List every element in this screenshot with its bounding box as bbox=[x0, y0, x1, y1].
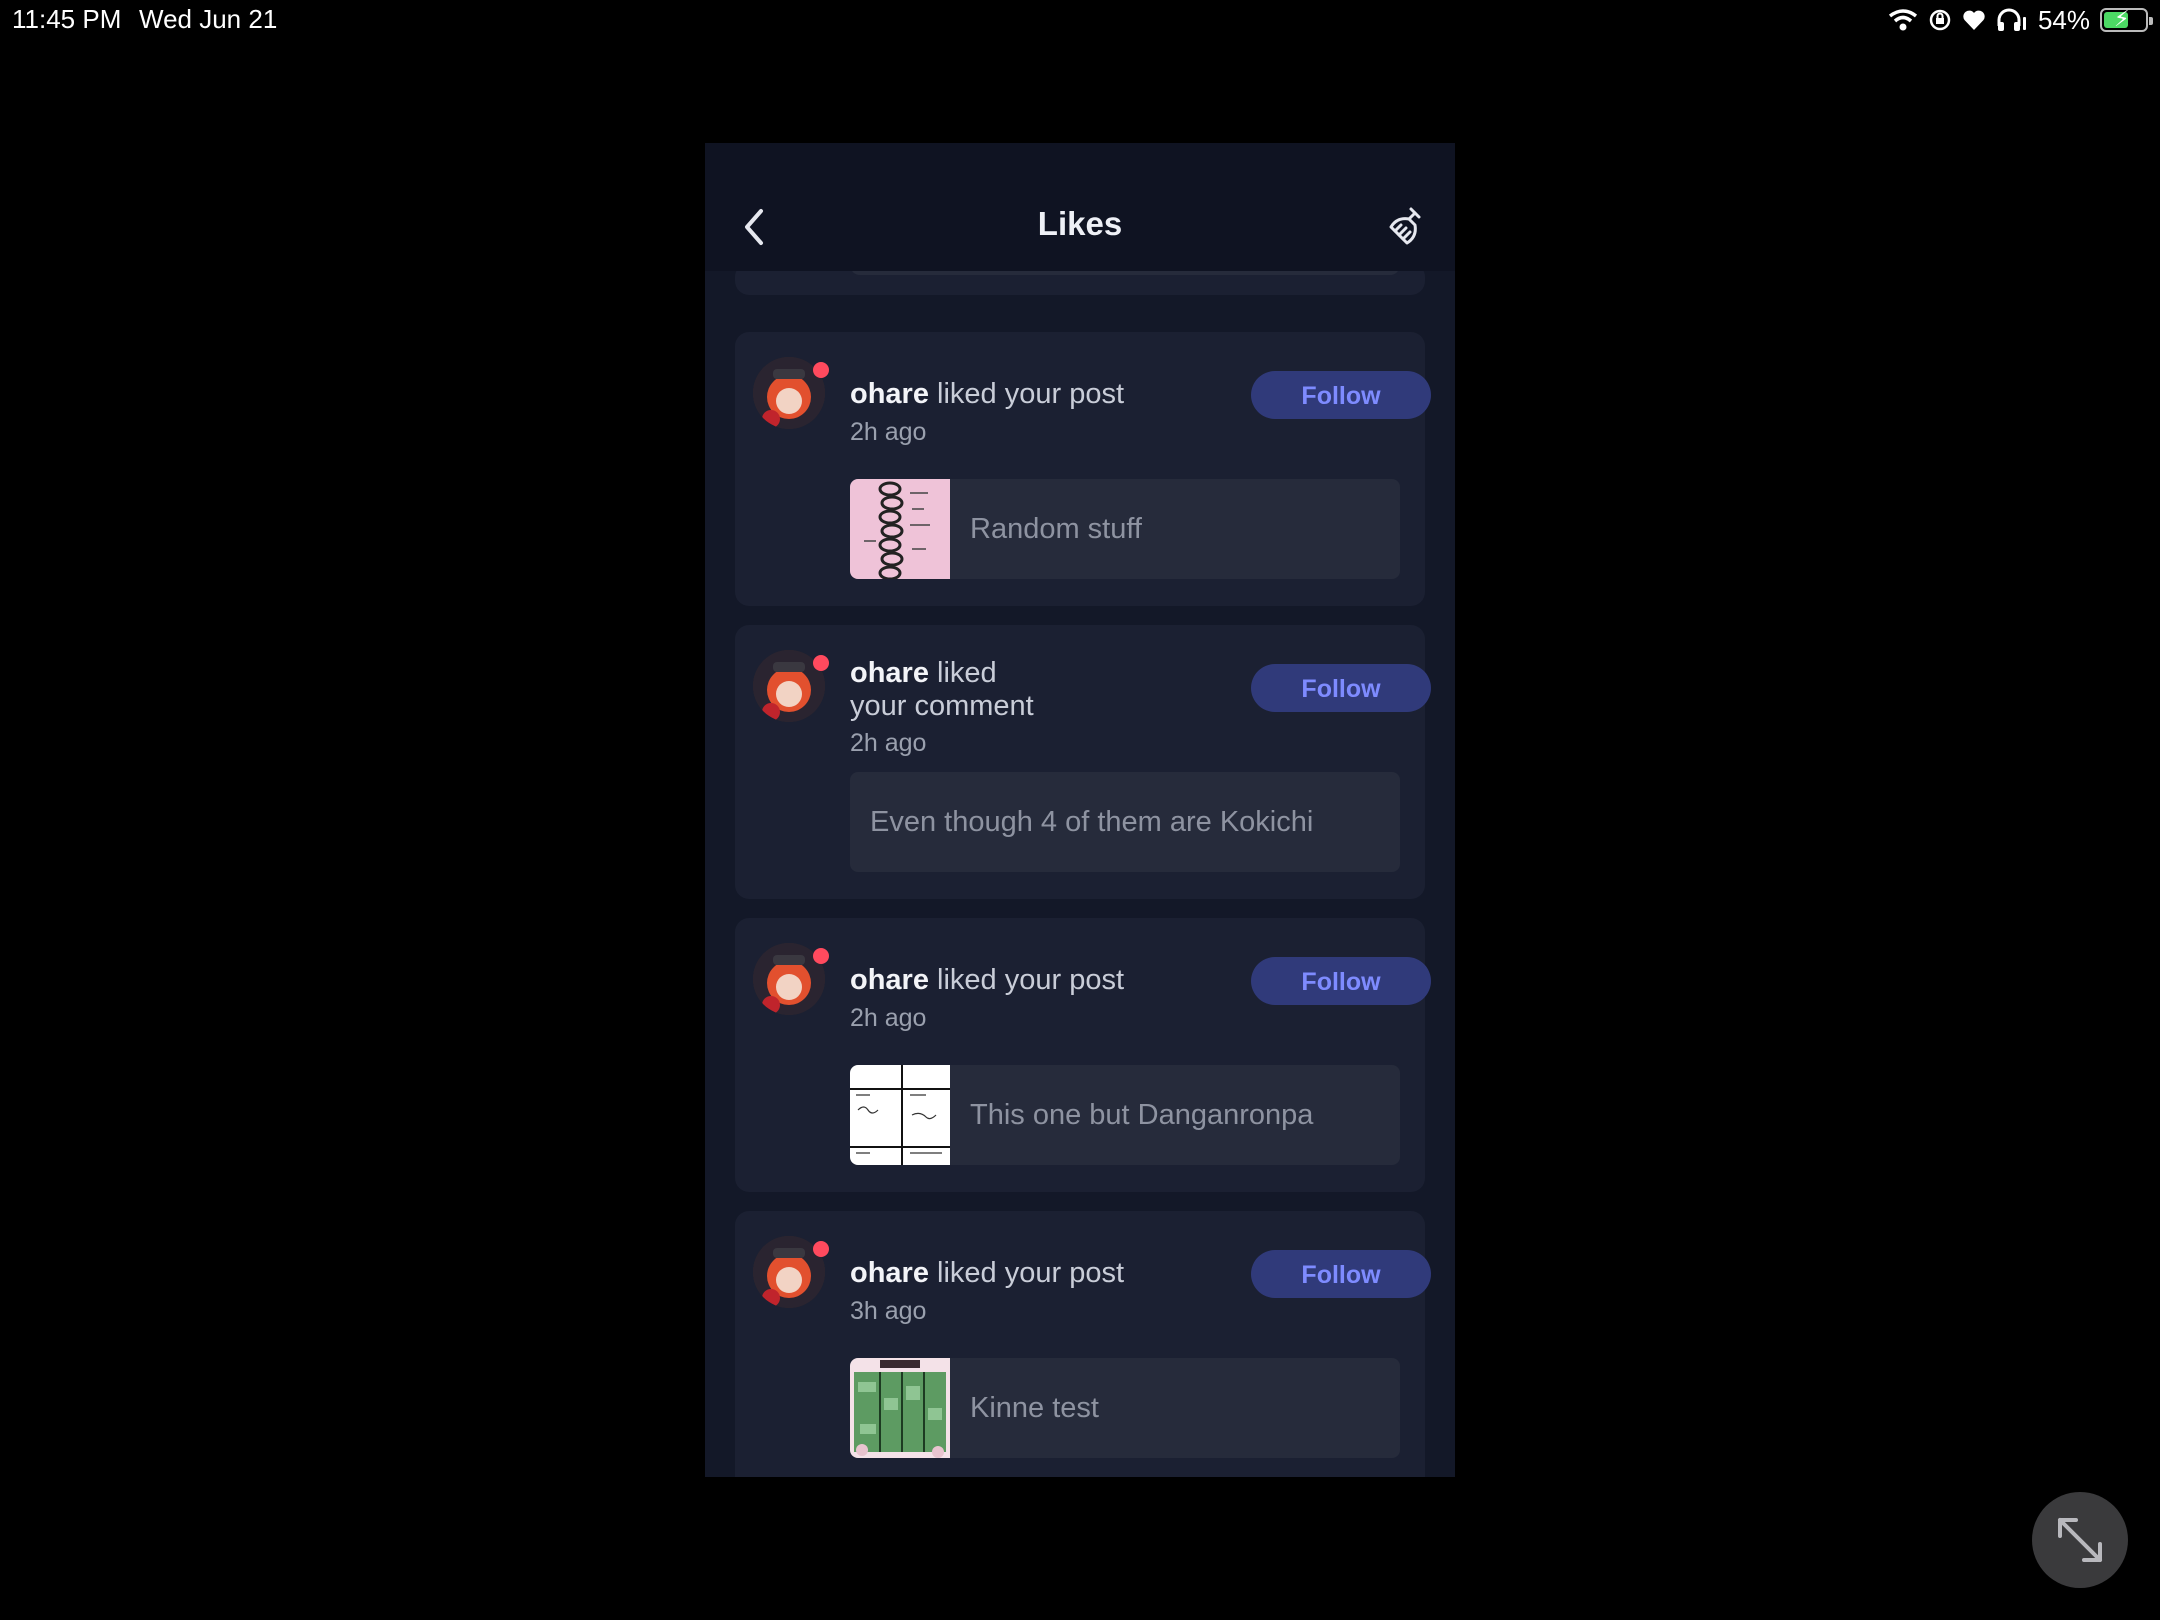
clear-notifications-button[interactable] bbox=[1385, 205, 1429, 249]
post-preview[interactable]: Kinne test bbox=[850, 1358, 1400, 1458]
online-indicator bbox=[813, 362, 829, 378]
notification-message: ohare liked your comment bbox=[850, 657, 1160, 723]
notification-list[interactable]: ohare liked your post 2h ago Follow Rand… bbox=[705, 143, 1455, 1477]
page-header: Likes bbox=[705, 143, 1455, 271]
headphones-icon bbox=[1997, 8, 2026, 31]
post-preview[interactable]: This one but Danganronpa bbox=[850, 1065, 1400, 1165]
notification-message: ohare liked your post bbox=[850, 964, 1160, 997]
username[interactable]: ohare bbox=[850, 657, 929, 689]
online-indicator bbox=[813, 1241, 829, 1257]
notification-action: liked your post bbox=[937, 964, 1125, 996]
notification-message: ohare liked your post bbox=[850, 1257, 1160, 1290]
timestamp: 2h ago bbox=[850, 1004, 927, 1032]
notification-card: ohare liked your post 2h ago Follow bbox=[735, 332, 1431, 606]
brush-icon bbox=[1389, 207, 1421, 245]
heart-icon bbox=[1963, 10, 1985, 30]
wifi-icon bbox=[1888, 9, 1918, 31]
timestamp: 2h ago bbox=[850, 729, 927, 757]
follow-button[interactable]: Follow bbox=[1251, 1250, 1431, 1298]
timestamp: 3h ago bbox=[850, 1297, 927, 1325]
post-thumbnail bbox=[850, 1358, 950, 1458]
status-date: Wed Jun 21 bbox=[139, 4, 278, 34]
page-title: Likes bbox=[1037, 205, 1123, 242]
battery-percent: 54% bbox=[2037, 4, 2090, 35]
post-preview[interactable]: Random stuff bbox=[850, 479, 1400, 579]
post-thumbnail bbox=[850, 1065, 950, 1165]
notification-action: liked your post bbox=[937, 378, 1125, 410]
notification-card: ohare liked your comment 2h ago Follow E… bbox=[735, 625, 1431, 899]
status-icons: 54% ⚡ bbox=[1888, 4, 2153, 36]
timestamp: 2h ago bbox=[850, 418, 927, 446]
battery-icon: ⚡ bbox=[2100, 6, 2153, 32]
username[interactable]: ohare bbox=[850, 964, 929, 996]
comment-preview[interactable]: Even though 4 of them are Kokichi bbox=[850, 772, 1400, 872]
status-time: 11:45 PM bbox=[12, 4, 122, 34]
notification-action: liked your post bbox=[937, 1257, 1125, 1289]
online-indicator bbox=[813, 948, 829, 964]
notification-action: liked bbox=[937, 657, 997, 689]
notification-action-cont: your comment bbox=[850, 690, 1034, 722]
post-thumbnail bbox=[850, 479, 950, 579]
online-indicator bbox=[813, 655, 829, 671]
screen-lock-icon bbox=[1929, 9, 1951, 31]
expand-button[interactable] bbox=[2032, 1492, 2128, 1588]
comment-text: Even though 4 of them are Kokichi bbox=[870, 806, 1314, 838]
post-title: Random stuff bbox=[970, 513, 1142, 545]
post-title: This one but Danganronpa bbox=[970, 1099, 1314, 1131]
username[interactable]: ohare bbox=[850, 378, 929, 410]
follow-button[interactable]: Follow bbox=[1251, 371, 1431, 419]
follow-button[interactable]: Follow bbox=[1251, 957, 1431, 1005]
status-bar: 11:45 PM Wed Jun 21 54% ⚡ bbox=[0, 0, 2160, 40]
expand-arrows-icon bbox=[2058, 1518, 2102, 1562]
username[interactable]: ohare bbox=[850, 1257, 929, 1289]
follow-button[interactable]: Follow bbox=[1251, 664, 1431, 712]
notification-card: ohare liked your post 2h ago Follow bbox=[735, 918, 1431, 1192]
likes-panel: ohare liked your post 2h ago Follow Rand… bbox=[705, 143, 1455, 1477]
post-title: Kinne test bbox=[970, 1392, 1099, 1424]
notification-message: ohare liked your post bbox=[850, 378, 1160, 411]
notification-card: ohare liked your post 3h ago Follow Kinn… bbox=[735, 1211, 1431, 1477]
